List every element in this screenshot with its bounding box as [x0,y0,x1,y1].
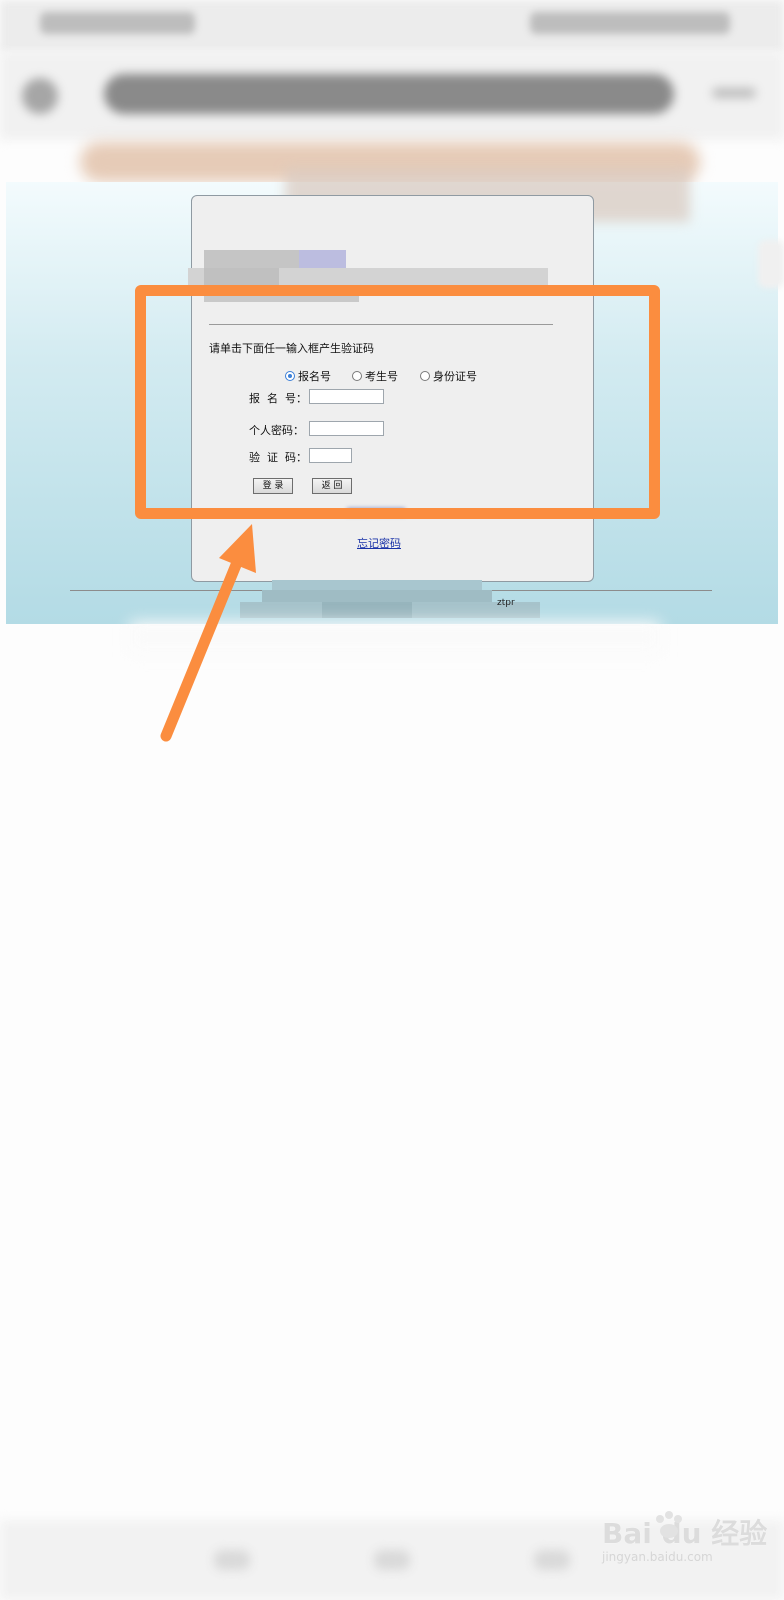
watermark-url: jingyan.baidu.com [602,1550,713,1564]
nav-back-icon[interactable] [214,1550,250,1570]
nav-home-icon[interactable] [374,1550,410,1570]
arrow-icon [160,524,256,742]
paw-icon [656,1511,682,1538]
nav-tabs-icon[interactable] [534,1550,570,1570]
baidu-watermark: Bai du 经验 jingyan.baidu.com [602,1511,767,1569]
